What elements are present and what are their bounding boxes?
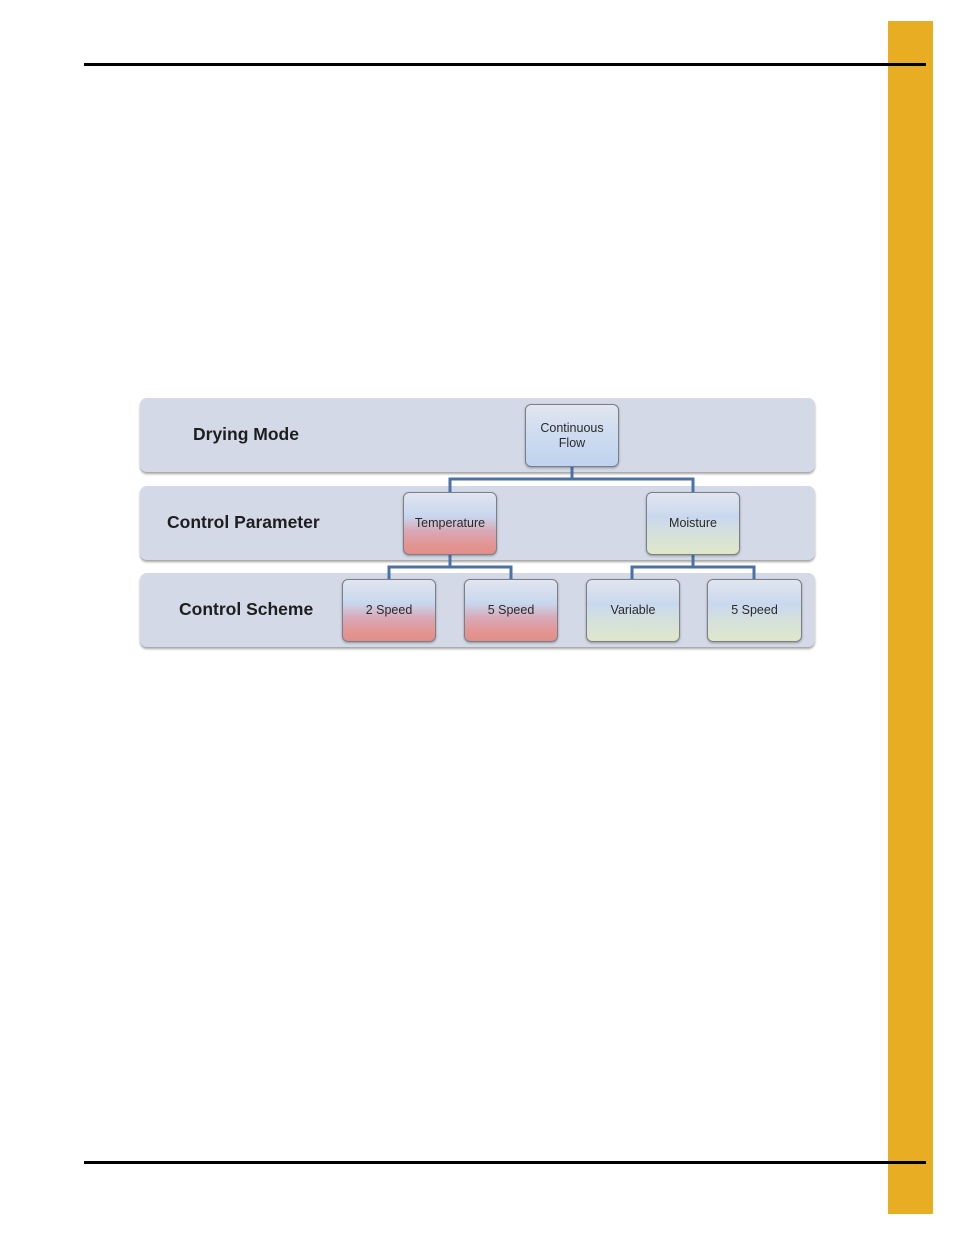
node-temperature-2-speed: 2 Speed <box>342 579 436 642</box>
node-continuous-flow: Continuous Flow <box>525 404 619 467</box>
node-moisture-5-speed-label: 5 Speed <box>731 603 778 617</box>
level-label-drying-mode: Drying Mode <box>193 424 299 444</box>
level-label-control-parameter: Control Parameter <box>167 512 320 532</box>
node-continuous-flow-line1: Continuous <box>540 420 604 435</box>
node-temperature-5-speed-label: 5 Speed <box>487 603 535 617</box>
node-temperature-2-speed-label: 2 Speed <box>365 603 413 617</box>
node-moisture-label: Moisture <box>669 516 717 530</box>
node-moisture-variable-label: Variable <box>610 603 656 617</box>
footer-rule <box>84 1161 926 1164</box>
level-label-control-scheme: Control Scheme <box>179 599 314 619</box>
drying-control-hierarchy-diagram: Drying Mode Control Parameter Control Sc… <box>0 0 954 700</box>
node-moisture-5-speed: 5 Speed <box>707 579 802 642</box>
node-continuous-flow-line2: Flow <box>558 435 586 450</box>
node-temperature-label: Temperature <box>414 516 486 530</box>
node-moisture: Moisture <box>646 492 740 555</box>
node-temperature-5-speed: 5 Speed <box>464 579 558 642</box>
node-temperature: Temperature <box>403 492 497 555</box>
node-moisture-variable: Variable <box>586 579 680 642</box>
